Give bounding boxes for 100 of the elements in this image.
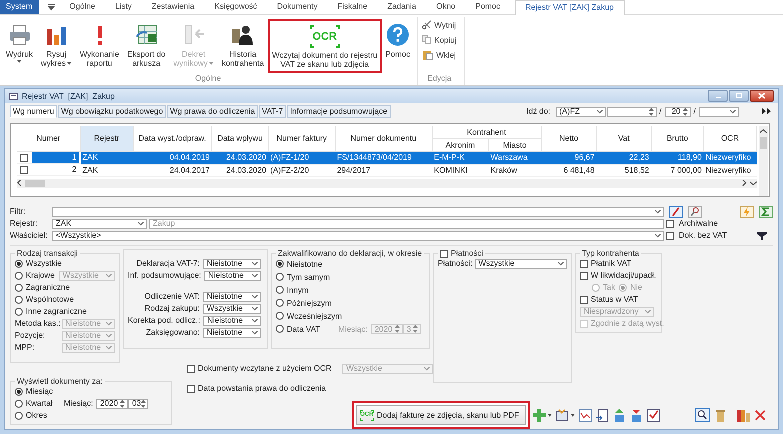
radio-button[interactable] xyxy=(15,260,23,268)
import-icon[interactable] xyxy=(596,408,610,422)
ribbon-button[interactable]: Kopiuj xyxy=(422,34,457,46)
table-row[interactable]: 1 ZAK 04.04.2019 24.03.2020 (A)FZ-1/20 FS/1344873/04/2019 E-M-P-K Warszawa 96,67 22,23 118,90 Niezweryfiko xyxy=(17,152,756,164)
download-icon[interactable] xyxy=(630,408,644,422)
ribbon-button[interactable]: Rysuj wykres xyxy=(37,17,76,71)
checklist-icon[interactable] xyxy=(647,408,660,422)
ribbon-button[interactable]: Historia kontrahenta xyxy=(218,17,268,71)
menu-tab[interactable]: Pomoc xyxy=(466,0,511,14)
dropdown-field[interactable]: Wszystkie xyxy=(203,304,261,314)
upload-icon[interactable] xyxy=(613,408,626,422)
radio-button[interactable] xyxy=(15,296,23,304)
menu-tab[interactable]: Ogólne xyxy=(60,0,106,14)
menu-tab[interactable]: Zestawienia xyxy=(142,0,205,14)
radio-button[interactable] xyxy=(15,388,23,396)
tab[interactable]: VAT-7 xyxy=(259,105,286,118)
dropdown-field[interactable]: <Wszystkie> xyxy=(52,230,664,240)
radio-label: Zagraniczne xyxy=(26,283,70,292)
menu-tab[interactable]: Księgowość xyxy=(204,0,268,14)
checkbox[interactable] xyxy=(440,250,448,258)
radio-button[interactable] xyxy=(276,273,284,281)
menu-tab[interactable]: System xyxy=(0,0,39,14)
dropdown-field[interactable]: Nieistotne xyxy=(203,292,261,302)
radio-button[interactable] xyxy=(276,312,284,320)
radio-label: Innym xyxy=(287,286,309,294)
close-icon xyxy=(758,93,766,99)
spin-field[interactable] xyxy=(606,106,657,116)
column-header[interactable]: Rejestr xyxy=(80,126,134,152)
dropdown-field[interactable]: Nieistotne xyxy=(203,258,261,268)
radio-button[interactable] xyxy=(276,325,284,333)
dropdown-field[interactable]: Nieistotne xyxy=(203,316,261,326)
close-icon[interactable] xyxy=(754,408,767,422)
tax-form-icon[interactable] xyxy=(556,408,570,422)
group-title: Wyświetl dokumenty za: xyxy=(16,377,104,386)
radio-button[interactable] xyxy=(15,412,23,420)
chevron-icon xyxy=(558,262,564,266)
dropdown-field[interactable]: Nieistotne xyxy=(203,328,261,338)
wrench-icon[interactable] xyxy=(688,206,702,218)
field-label: Płatności: xyxy=(438,259,473,268)
radio-button[interactable] xyxy=(15,284,23,292)
search-icon[interactable] xyxy=(695,408,710,422)
fast-forward-icon[interactable] xyxy=(762,108,771,115)
menu-tab[interactable]: Zadania xyxy=(378,0,426,14)
ribbon-button[interactable]: Wydruk xyxy=(2,17,38,71)
ribbon-button[interactable]: Wykonanie raportu xyxy=(76,17,124,71)
ribbon-button[interactable]: Wklej xyxy=(422,49,457,61)
column-header[interactable]: Kontrahent xyxy=(432,126,542,138)
pencil-icon[interactable] xyxy=(669,206,683,218)
scrollbar-thumb[interactable] xyxy=(760,137,767,149)
menu-tab[interactable]: Dokumenty xyxy=(267,0,328,14)
dropdown-field[interactable] xyxy=(699,106,739,116)
scrollbar-thumb[interactable] xyxy=(25,180,45,186)
caret-icon[interactable] xyxy=(571,414,576,416)
spin-field[interactable]: 20 xyxy=(664,106,691,116)
ribbon-button[interactable]: Eksport do arkusza xyxy=(123,17,170,71)
line-chart-icon[interactable] xyxy=(579,408,592,422)
checkbox[interactable] xyxy=(666,232,674,240)
radio-button[interactable] xyxy=(276,260,284,268)
quick-access-icon[interactable] xyxy=(46,2,56,12)
scroll-right-icon xyxy=(742,180,747,186)
radio-button[interactable] xyxy=(276,286,284,294)
menu-tab[interactable]: Okno xyxy=(426,0,466,14)
dropdown-field[interactable]: Nieistotne xyxy=(204,270,261,280)
trash-icon[interactable] xyxy=(714,408,727,422)
tab[interactable]: Wg obowiązku podatkowego xyxy=(58,105,166,118)
table-row[interactable]: 2 ZAK 24.04.2017 24.03.2020 (A)FZ-2/20 294/2017 KOMINKI Kraków 6 481,48 518,52 7 000,00 Niezweryfiko xyxy=(17,164,756,176)
ribbon-button[interactable]: Pomoc xyxy=(382,17,414,71)
close-button[interactable] xyxy=(750,90,774,102)
ribbon-button[interactable]: OCR Wczytaj dokument do rejestru VAT ze skanu lub zdjęcia xyxy=(268,19,382,73)
checkbox[interactable] xyxy=(580,260,588,268)
scrollbar[interactable] xyxy=(17,178,757,188)
menu-tab[interactable]: Rejestr VAT [ZAK] Zakup xyxy=(514,0,625,14)
menu-tab[interactable]: Fiskalne xyxy=(328,0,378,14)
dropdown-field[interactable]: (A)FZ xyxy=(556,106,606,116)
spin-field[interactable]: 2020 xyxy=(96,398,128,408)
caret-icon[interactable] xyxy=(548,414,552,416)
menu-tab[interactable]: Listy xyxy=(105,0,142,14)
checkbox[interactable] xyxy=(20,166,28,174)
filter-field[interactable] xyxy=(52,206,664,216)
table-cell: 118,90 xyxy=(651,152,704,164)
tab[interactable]: Informacje podsumowujące xyxy=(287,105,391,118)
dropdown-field[interactable]: Wszystkie xyxy=(474,258,567,268)
dropdown-field[interactable]: ZAK xyxy=(52,218,147,228)
printer-icon xyxy=(8,23,32,47)
books-icon[interactable] xyxy=(737,408,750,422)
ribbon-button[interactable]: Wytnij xyxy=(422,19,457,31)
checkbox[interactable] xyxy=(666,220,674,228)
tab[interactable]: Wg numeru xyxy=(10,105,58,118)
funnel-icon[interactable] xyxy=(757,232,767,240)
scrollbar[interactable] xyxy=(759,126,768,196)
radio-button[interactable] xyxy=(276,299,284,307)
tab[interactable]: Wg prawa do odliczenia xyxy=(167,105,258,118)
minimize-button[interactable] xyxy=(708,90,728,102)
radio-button[interactable] xyxy=(15,308,23,316)
checkbox[interactable] xyxy=(187,384,195,392)
checkbox[interactable] xyxy=(20,154,28,162)
radio-button[interactable] xyxy=(15,272,23,280)
sigma-icon[interactable] xyxy=(759,206,773,218)
spin-field[interactable]: 03 xyxy=(128,398,148,408)
radio-button[interactable] xyxy=(15,400,23,408)
